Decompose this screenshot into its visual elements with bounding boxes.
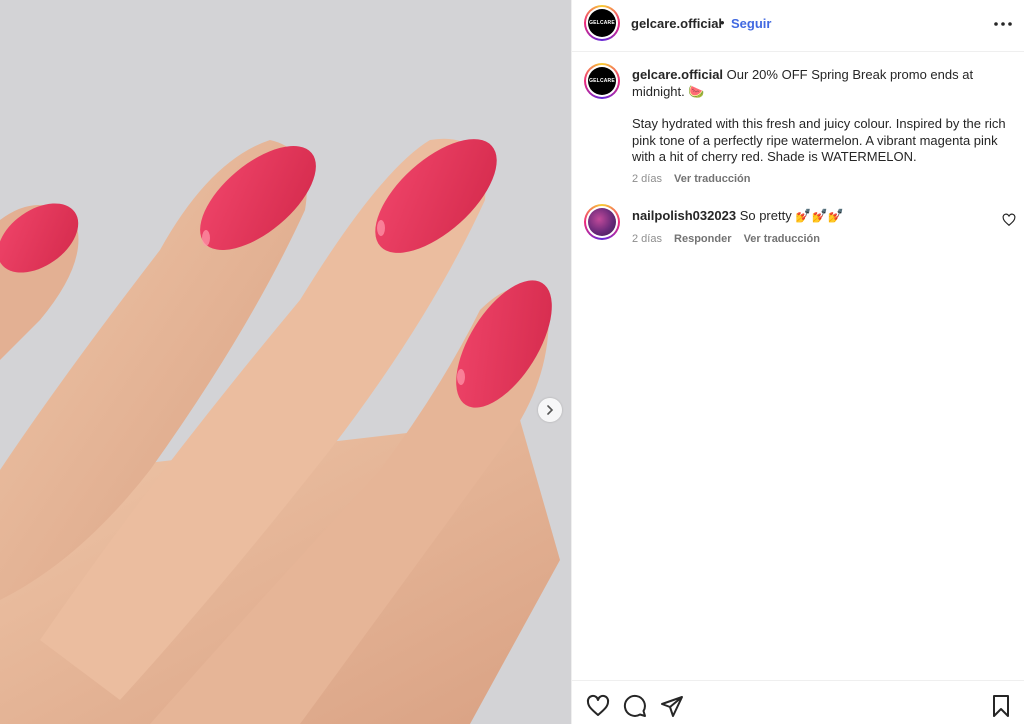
watermelon-emoji: 🍉 <box>688 83 705 99</box>
post-photo <box>0 0 571 724</box>
heart-icon[interactable] <box>586 694 610 718</box>
more-options-button[interactable] <box>993 14 1013 34</box>
comment-reply-link[interactable]: Responder <box>674 233 731 245</box>
author-avatar[interactable]: GELCARE <box>584 5 620 41</box>
post-caption: gelcare.official Our 20% OFF Spring Brea… <box>632 67 1007 166</box>
author-username[interactable]: gelcare.official <box>631 16 722 31</box>
comment-emojis: 💅💅💅 <box>795 208 844 223</box>
next-image-button[interactable] <box>538 398 562 422</box>
commenter-avatar[interactable] <box>584 204 620 240</box>
comment-meta: 2 días Responder Ver traducción <box>632 233 829 245</box>
caption-time: 2 días <box>632 173 662 185</box>
comment-time: 2 días <box>632 233 662 245</box>
caption-meta: 2 días Ver traducción <box>632 173 759 185</box>
follow-button[interactable]: Seguir <box>731 16 771 31</box>
comment-icon[interactable] <box>623 694 647 718</box>
comment-text: So pretty <box>739 208 792 223</box>
post-header: GELCARE gelcare.official • Seguir <box>572 0 1024 52</box>
caption-translate-link[interactable]: Ver traducción <box>674 173 750 185</box>
separator-dot: • <box>720 15 725 30</box>
post-details-panel: GELCARE gelcare.official • Seguir GELCAR… <box>571 0 1024 724</box>
chevron-right-icon <box>547 405 554 415</box>
action-bar <box>572 680 1024 724</box>
caption-avatar[interactable]: GELCARE <box>584 63 620 99</box>
caption-username[interactable]: gelcare.official <box>632 67 723 82</box>
comment-item: nailpolish032023 So pretty 💅💅💅 <box>632 208 844 224</box>
comment-like-heart-icon[interactable] <box>1002 213 1016 227</box>
comment-username[interactable]: nailpolish032023 <box>632 208 736 223</box>
share-icon[interactable] <box>660 694 684 718</box>
bookmark-icon[interactable] <box>989 694 1013 718</box>
comment-translate-link[interactable]: Ver traducción <box>744 233 820 245</box>
post-media <box>0 0 571 724</box>
more-horizontal-icon <box>994 22 1012 26</box>
caption-paragraph: Stay hydrated with this fresh and juicy … <box>632 116 1006 164</box>
